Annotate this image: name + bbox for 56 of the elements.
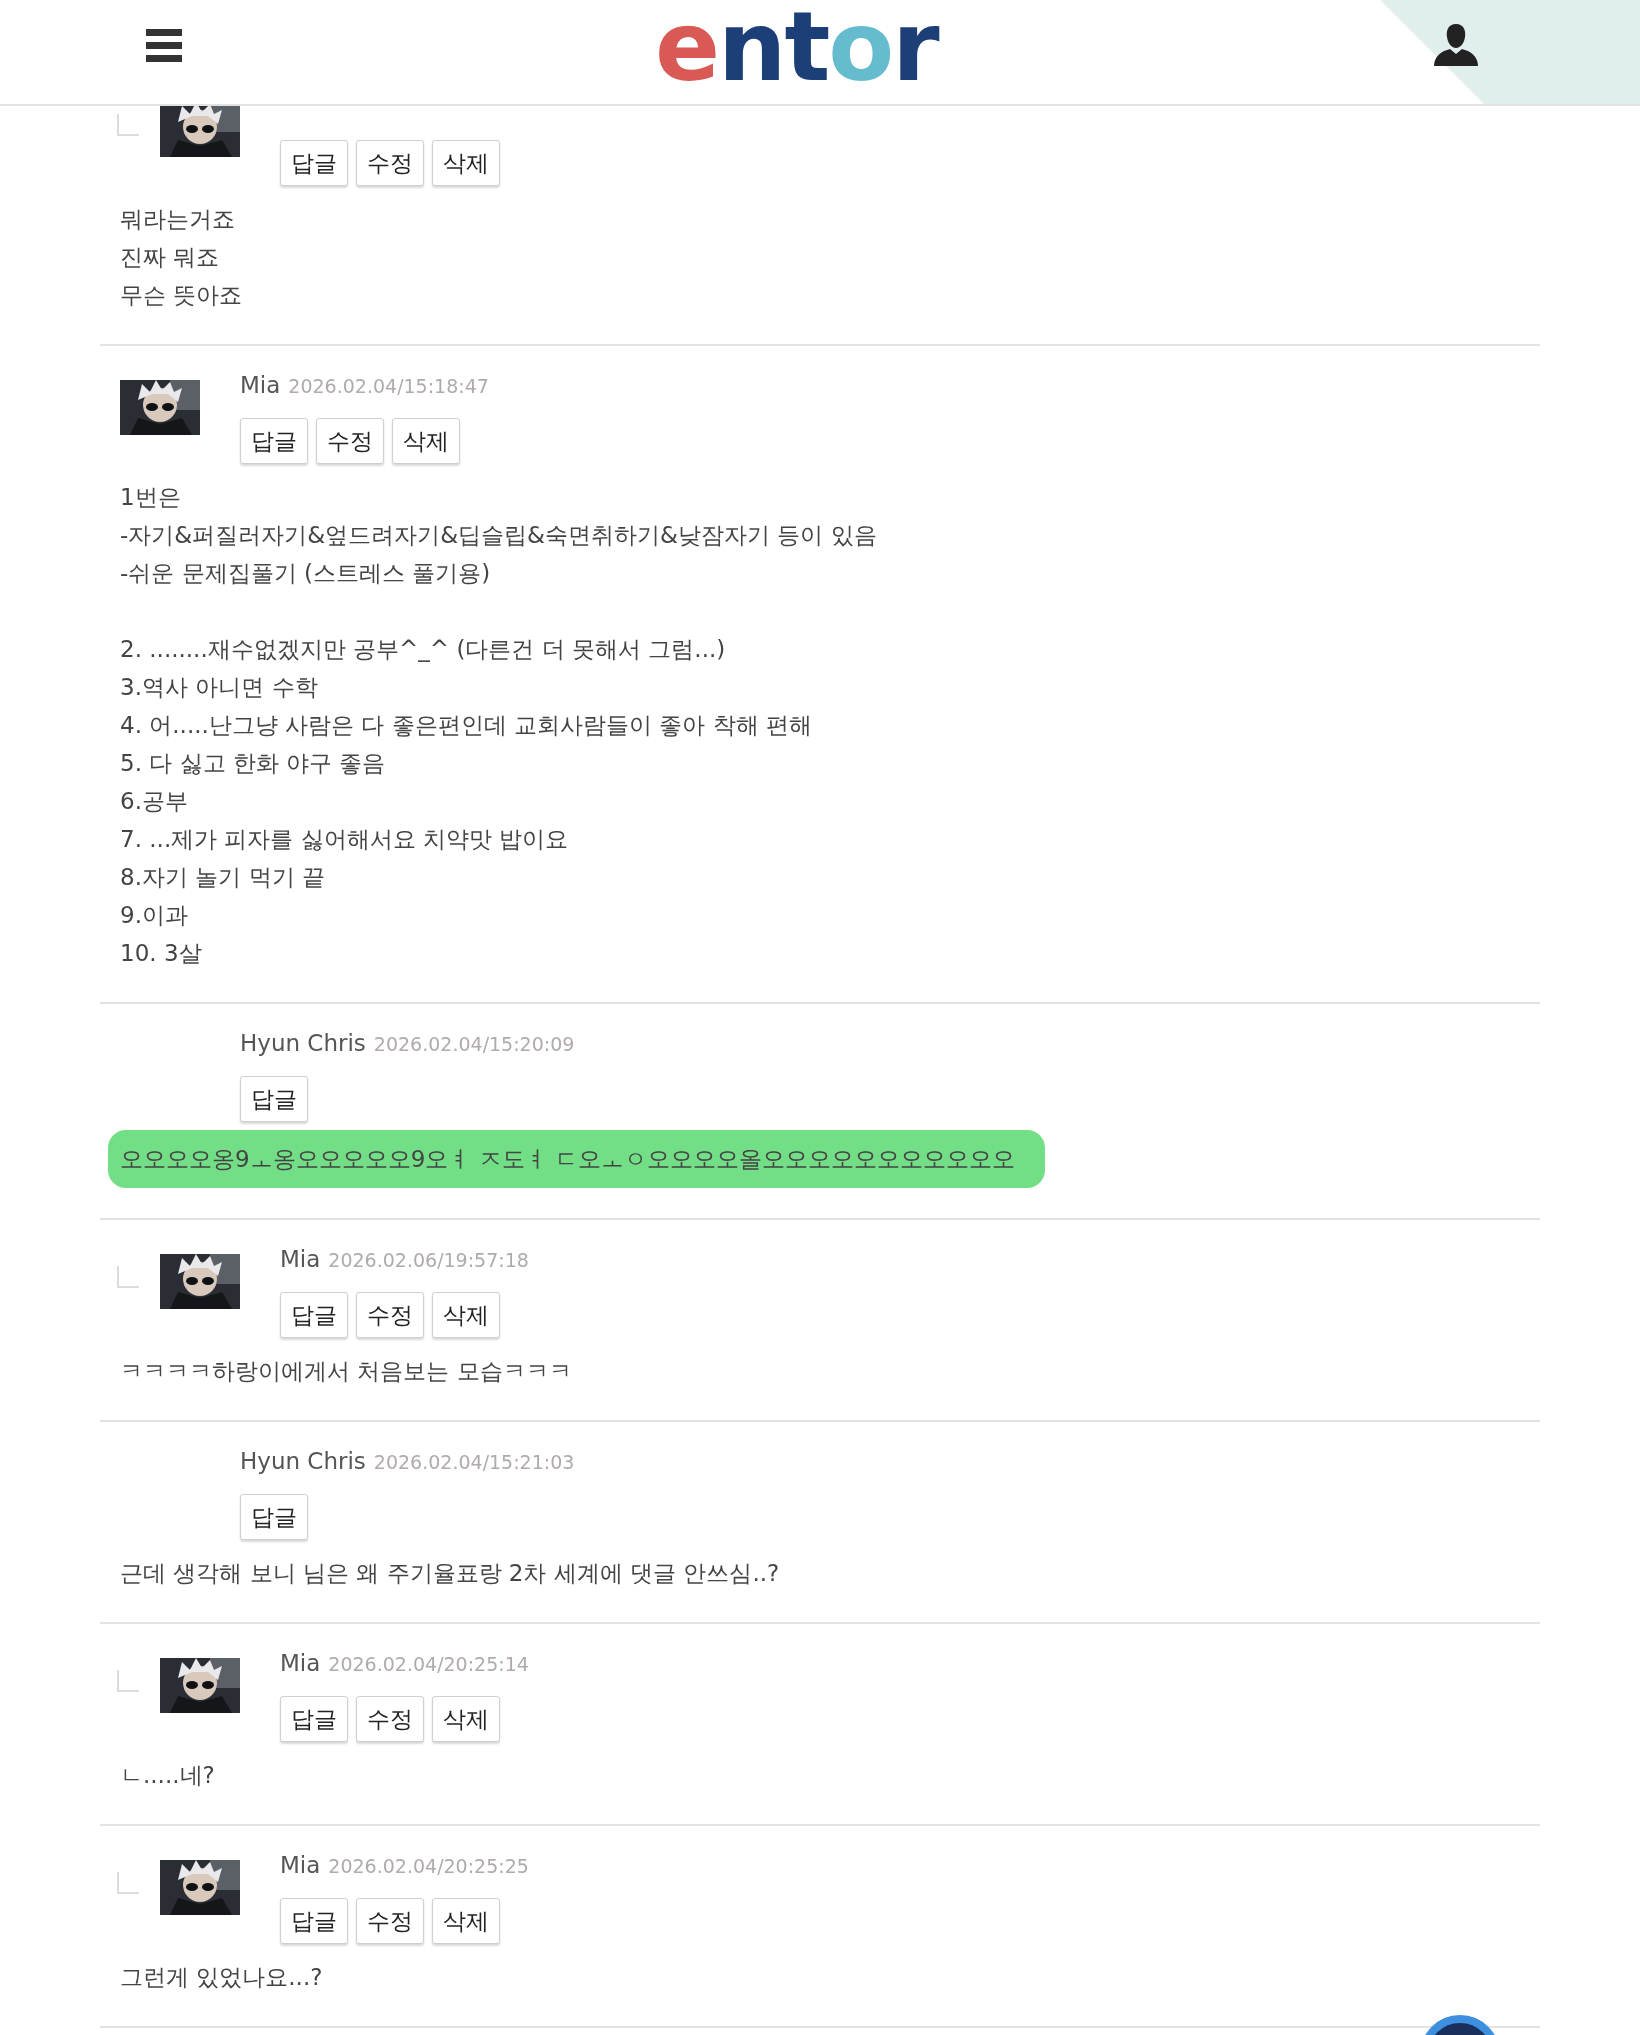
- comment-date: 2026.02.06/19:57:18: [328, 1248, 529, 1273]
- comment-text-line: ㅋㅋㅋㅋ하랑이에게서 처음보는 모습ㅋㅋㅋ: [120, 1357, 573, 1386]
- comment-action-button[interactable]: 삭제: [432, 1292, 500, 1338]
- comment-action-button[interactable]: 삭제: [392, 418, 460, 464]
- reply-indicator-icon: [117, 1872, 139, 1894]
- comment-text-line: ㄴ.....네?: [120, 1761, 216, 1790]
- comment-text-line: 8.자기 놀기 먹기 끝: [120, 863, 326, 892]
- comment-text-line: 그런게 있었나요...?: [120, 1963, 324, 1992]
- comment-action-button[interactable]: 수정: [356, 1696, 424, 1742]
- author-name: Mia: [280, 1649, 321, 1678]
- comment-action-button[interactable]: 수정: [316, 418, 384, 464]
- comment-date: 2026.02.04/15:21:03: [373, 1450, 575, 1475]
- comment-action-button[interactable]: 삭제: [432, 140, 500, 186]
- comment-action-button[interactable]: 답글: [280, 1292, 348, 1338]
- comment-action-button[interactable]: 수정: [356, 140, 424, 186]
- reply-indicator-icon: [117, 1670, 139, 1692]
- comment-text-line: 2. ........재수없겠지만 공부^_^ (다른건 더 못해서 그럼...): [120, 635, 727, 664]
- comment-text-line: 4. 어.....난그냥 사람은 다 좋은편인데 교회사람들이 좋아 착해 편해: [120, 711, 813, 740]
- author-name: Mia: [280, 1851, 321, 1880]
- comment-text-line: 6.공부: [120, 787, 189, 816]
- comment-action-button[interactable]: 삭제: [432, 1696, 500, 1742]
- site-logo[interactable]: entor: [655, 0, 938, 102]
- menu-icon[interactable]: [146, 27, 182, 63]
- comment-action-button[interactable]: 수정: [356, 1292, 424, 1338]
- user-icon[interactable]: [1434, 24, 1478, 66]
- comment-action-button[interactable]: 답글: [280, 1898, 348, 1944]
- comment-date: 2026.02.04/20:25:25: [328, 1854, 529, 1879]
- comment-text-line: 7. ...제가 피자를 싫어해서요 치약맛 밥이요: [120, 825, 570, 854]
- comment-date: 2026.02.04/15:20:09: [373, 1032, 575, 1057]
- reply-indicator-icon: [117, 114, 139, 136]
- comment-date: 2026.02.04/20:25:14: [328, 1652, 529, 1677]
- comment-text-line: 9.이과: [120, 901, 189, 930]
- author-name: Mia: [280, 1245, 321, 1274]
- author-name: Hyun Chris: [240, 1447, 366, 1476]
- comment-text-line: 10. 3살: [120, 939, 203, 968]
- author-name: Hyun Chris: [240, 1029, 366, 1058]
- comment-text-line: -자기&퍼질러자기&엎드려자기&딥슬립&숙면취하기&낮잠자기 등이 있음: [120, 521, 878, 550]
- comment-action-button[interactable]: 답글: [240, 418, 308, 464]
- comment-action-button[interactable]: 삭제: [432, 1898, 500, 1944]
- comment-text-line: 진짜 뭐죠: [120, 243, 221, 272]
- highlighted-comment-text: 오오오오옹9ㅗ옹오오오오오9오ㅕ ㅈ도ㅕ ㄷ오ㅗㅇ오오오오올오오오오오오오오오오오: [108, 1130, 1045, 1188]
- comment-text-line: -쉬운 문제집풀기 (스트레스 풀기용): [120, 559, 492, 588]
- comment-action-button[interactable]: 답글: [240, 1494, 308, 1540]
- comment-action-button[interactable]: 수정: [356, 1898, 424, 1944]
- comment-text-line: 3.역사 아니면 수학: [120, 673, 319, 702]
- reply-indicator-icon: [117, 1266, 139, 1288]
- comment-action-button[interactable]: 답글: [240, 1076, 308, 1122]
- comment-text-line: 1번은: [120, 483, 182, 512]
- comment-action-button[interactable]: 답글: [280, 1696, 348, 1742]
- comment-text-line: 뭐라는거죠: [120, 205, 236, 234]
- comment-date: 2026.02.04/15:18:47: [288, 374, 489, 399]
- comment-text-line: 5. 다 싫고 한화 야구 좋음: [120, 749, 387, 778]
- comment-action-button[interactable]: 답글: [280, 140, 348, 186]
- comment-text-line: 무슨 뜻아죠: [120, 281, 244, 310]
- comment-text-line: 근데 생각해 보니 님은 왜 주기율표랑 2차 세계에 댓글 안쓰심..?: [120, 1559, 781, 1588]
- author-name: Mia: [240, 371, 281, 400]
